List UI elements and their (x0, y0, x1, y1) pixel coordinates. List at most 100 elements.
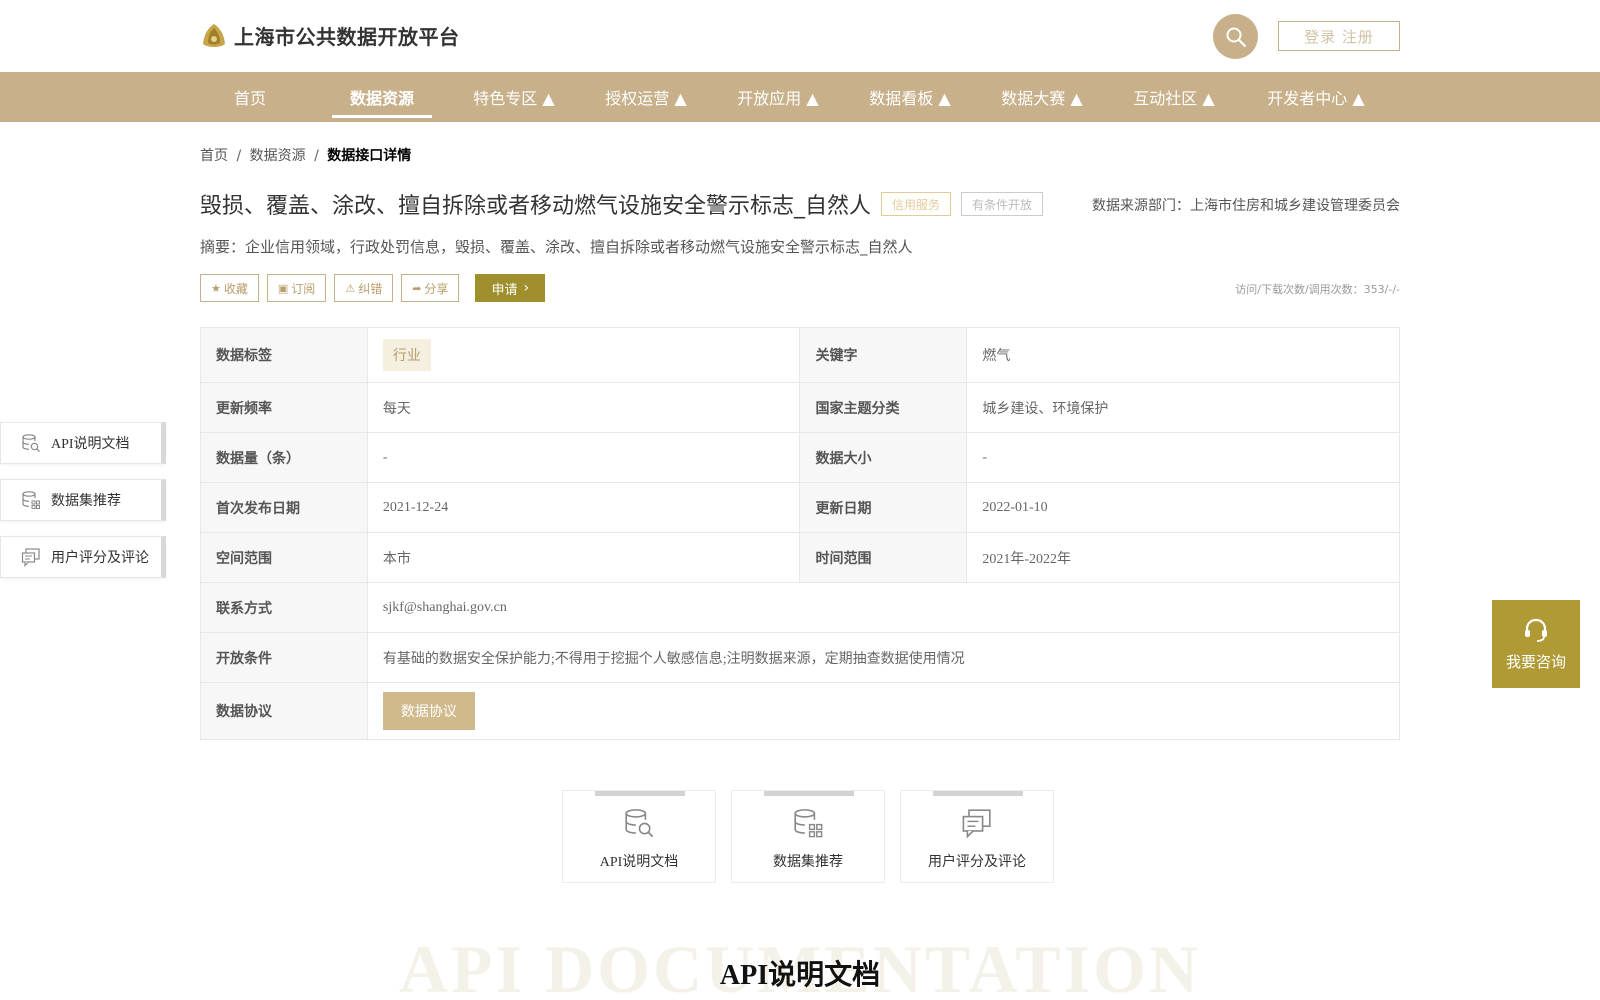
breadcrumb-separator: / (314, 148, 319, 164)
report-error-button[interactable]: ⚠ 纠错 (334, 274, 394, 302)
share-button[interactable]: ➦ 分享 (401, 274, 460, 302)
open-conditions-label: 开放条件 (200, 632, 368, 683)
table-row: 开放条件 有基础的数据安全保护能力;不得用于挖掘个人敏感信息;注明数据来源，定期… (200, 632, 1401, 683)
chevron-right-icon: › (523, 280, 530, 296)
nav-item-community[interactable]: 互动社区 ▲ (1122, 72, 1226, 122)
table-row: 数据协议 数据协议 (200, 682, 1401, 740)
star-icon: ★ (211, 281, 221, 295)
search-button[interactable] (1213, 14, 1258, 59)
api-doc-icon (625, 809, 654, 838)
nav-item-data-resources[interactable]: 数据资源 (332, 72, 432, 122)
comment-icon (21, 548, 40, 567)
favorite-label: 收藏 (223, 281, 248, 296)
tab-label: API说明文档 (599, 855, 679, 870)
site-header: 上海市公共数据开放平台 登录 注册 (0, 0, 1600, 72)
site-logo[interactable]: 上海市公共数据开放平台 (200, 21, 460, 50)
spatial-range-label: 空间范围 (200, 532, 368, 583)
side-nav-label: API说明文档 (51, 437, 130, 452)
contact-label: 联系方式 (200, 582, 368, 633)
table-row: 联系方式 sjkf@shanghai.gov.cn (200, 582, 1401, 633)
data-tag-cell: 行业 (366, 327, 801, 383)
data-tag-chip[interactable]: 行业 (382, 339, 431, 371)
table-row: 首次发布日期 2021-12-24 更新日期 2022-01-10 (200, 482, 1400, 533)
tab-indicator (764, 791, 854, 796)
nav-item-home[interactable]: 首页 (200, 72, 300, 122)
page-title: 毁损、覆盖、涂改、擅自拆除或者移动燃气设施安全警示标志_自然人 (200, 194, 872, 219)
nav-item-developer-center[interactable]: 开发者中心 ▲ (1254, 72, 1378, 122)
time-range-value: 2021年-2022年 (966, 532, 1400, 583)
time-range-label: 时间范围 (799, 532, 968, 583)
keyword-label: 关键字 (799, 327, 968, 383)
share-label: 分享 (424, 281, 449, 296)
open-conditions-value: 有基础的数据安全保护能力;不得用于挖掘个人敏感信息;注明数据来源，定期抽查数据使… (366, 632, 1401, 683)
table-row: 空间范围 本市 时间范围 2021年-2022年 (200, 532, 1400, 583)
nav-item-open-apps[interactable]: 开放应用 ▲ (726, 72, 830, 122)
dataset-icon (22, 491, 40, 509)
search-icon (1226, 27, 1246, 47)
metadata-table: 数据标签 行业 关键字 燃气 更新频率 每天 国家主题分类 城乡建设、环境保护 … (200, 327, 1401, 740)
subscribe-button[interactable]: ▣ 订阅 (266, 274, 327, 302)
login-register-button[interactable]: 登录 注册 (1278, 21, 1400, 51)
dataset-icon (794, 809, 823, 838)
update-date-value: 2022-01-10 (966, 482, 1400, 533)
data-protocol-button[interactable]: 数据协议 (382, 692, 475, 730)
tab-indicator (933, 791, 1023, 796)
tag-credit-service: 信用服务 (881, 192, 952, 216)
spatial-range-value: 本市 (366, 532, 801, 583)
data-source-department: 数据来源部门：上海市住房和城乡建设管理委员会 (1092, 198, 1400, 214)
share-icon: ➦ (412, 281, 422, 295)
breadcrumb-current: 数据接口详情 (327, 148, 412, 164)
national-theme-label: 国家主题分类 (799, 382, 968, 433)
update-frequency-label: 更新频率 (200, 382, 368, 433)
data-count-value: - (366, 432, 801, 483)
first-publish-value: 2021-12-24 (366, 482, 801, 533)
side-nav-label: 数据集推荐 (51, 494, 121, 509)
tab-dataset-recommend[interactable]: 数据集推荐 (731, 790, 885, 883)
side-nav-user-reviews[interactable]: 用户评分及评论 (0, 536, 166, 578)
logo-emblem-icon (200, 22, 228, 50)
first-publish-label: 首次发布日期 (200, 482, 368, 533)
tag-conditional-open: 有条件开放 (961, 192, 1044, 216)
comment-icon (962, 809, 991, 839)
tab-label: 用户评分及评论 (928, 855, 1026, 870)
nav-item-data-dashboard[interactable]: 数据看板 ▲ (858, 72, 962, 122)
side-nav-api-doc[interactable]: API说明文档 (0, 422, 166, 464)
summary-text: 摘要：企业信用领域，行政处罚信息，毁损、覆盖、涂改、擅自拆除或者移动燃气设施安全… (200, 238, 913, 256)
tab-api-doc[interactable]: API说明文档 (562, 790, 716, 883)
subscribe-label: 订阅 (291, 281, 316, 296)
update-date-label: 更新日期 (799, 482, 968, 533)
report-error-label: 纠错 (358, 281, 383, 296)
tab-indicator (595, 791, 685, 796)
apply-button[interactable]: 申请 › (475, 274, 546, 302)
data-size-label: 数据大小 (799, 432, 968, 483)
action-bar: ★ 收藏 ▣ 订阅 ⚠ 纠错 ➦ 分享 申请 › (200, 274, 546, 302)
data-tag-label: 数据标签 (200, 327, 368, 383)
access-stats: 访问/下载次数/调用次数：353/-/- (1235, 283, 1400, 296)
consult-label: 我要咨询 (1505, 652, 1566, 671)
data-protocol-label: 数据协议 (200, 682, 368, 740)
site-title: 上海市公共数据开放平台 (234, 25, 460, 49)
section-title: API说明文档 (719, 960, 881, 991)
contact-value: sjkf@shanghai.gov.cn (366, 582, 1401, 633)
bookmark-icon: ▣ (277, 281, 289, 295)
nav-item-authorized-ops[interactable]: 授权运营 ▲ (594, 72, 698, 122)
table-row: 数据标签 行业 关键字 燃气 (200, 327, 1400, 383)
consult-button[interactable]: 我要咨询 (1492, 600, 1580, 688)
breadcrumb-home[interactable]: 首页 (200, 148, 228, 164)
tab-label: 数据集推荐 (773, 855, 843, 870)
side-nav-dataset-recommend[interactable]: 数据集推荐 (0, 479, 166, 521)
national-theme-value: 城乡建设、环境保护 (966, 382, 1400, 433)
api-doc-icon (22, 434, 40, 452)
table-row: 更新频率 每天 国家主题分类 城乡建设、环境保护 (200, 382, 1400, 433)
data-protocol-cell: 数据协议 (366, 682, 1401, 740)
apply-label: 申请 (491, 282, 518, 298)
update-frequency-value: 每天 (366, 382, 801, 433)
nav-item-data-contest[interactable]: 数据大赛 ▲ (990, 72, 1094, 122)
breadcrumb-separator: / (236, 148, 242, 164)
nav-item-special-zones[interactable]: 特色专区 ▲ (462, 72, 566, 122)
favorite-button[interactable]: ★ 收藏 (200, 274, 259, 302)
tab-user-reviews[interactable]: 用户评分及评论 (900, 790, 1054, 883)
data-size-value: - (966, 432, 1400, 483)
breadcrumb: 首页 / 数据资源 / 数据接口详情 (200, 145, 411, 165)
breadcrumb-data-resources[interactable]: 数据资源 (250, 148, 306, 164)
